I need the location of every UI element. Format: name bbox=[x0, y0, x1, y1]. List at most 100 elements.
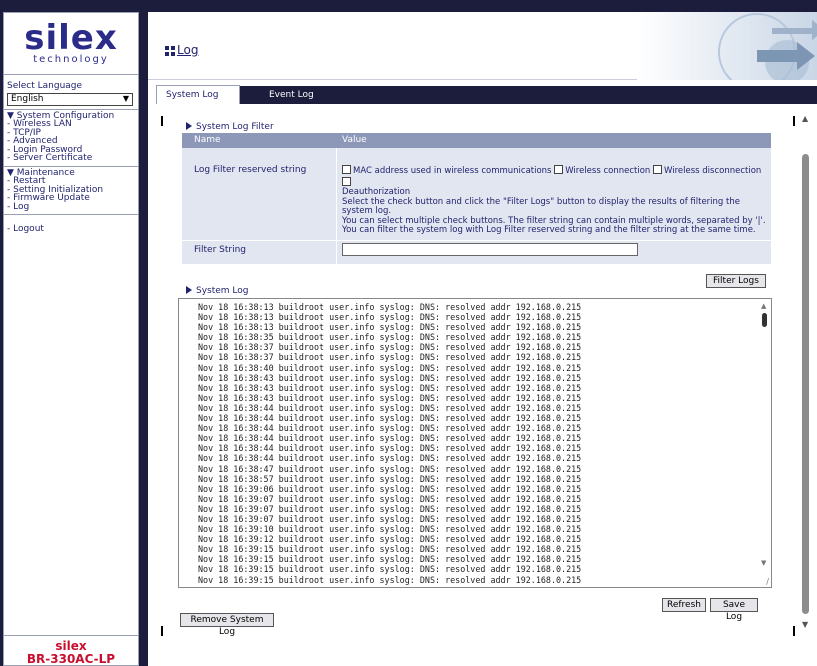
app-frame: silex technology Select Language English… bbox=[0, 0, 817, 666]
log-scrollbar[interactable]: ▲ ▼ bbox=[757, 299, 771, 587]
filter-string-input[interactable] bbox=[342, 243, 638, 256]
system-log-filter-heading: System Log Filter bbox=[186, 122, 274, 132]
main-panel: Log System Log Event Log System Log Filt… bbox=[148, 12, 817, 666]
filter-help-line-1: Select the check button and click the "F… bbox=[342, 196, 740, 216]
column-divider bbox=[336, 148, 337, 264]
logo-text: silex bbox=[24, 18, 118, 58]
scroll-down-icon[interactable]: ▼ bbox=[802, 620, 808, 629]
tab-content: System Log Filter Name Value Log Filter … bbox=[148, 110, 817, 650]
filter-help-line-2: You can select multiple check buttons. T… bbox=[342, 215, 766, 226]
log-line: Nov 18 16:38:44 buildroot user.info sysl… bbox=[198, 433, 582, 444]
refresh-button[interactable]: Refresh bbox=[662, 598, 706, 612]
log-line: Nov 18 16:38:13 buildroot user.info sysl… bbox=[198, 322, 582, 333]
resize-grip-icon[interactable]: ∕ bbox=[766, 577, 769, 586]
sidebar-item-logout[interactable]: - Logout bbox=[7, 225, 135, 234]
column-header-name: Name bbox=[194, 135, 221, 145]
log-line: Nov 18 16:39:15 buildroot user.info sysl… bbox=[198, 564, 582, 575]
log-line: Nov 18 16:38:44 buildroot user.info sysl… bbox=[198, 423, 582, 434]
system-log-textarea[interactable]: Nov 18 16:38:13 buildroot user.info sysl… bbox=[178, 298, 772, 588]
log-line: Nov 18 16:38:37 buildroot user.info sysl… bbox=[198, 342, 582, 353]
log-line: Nov 18 16:39:07 buildroot user.info sysl… bbox=[198, 493, 582, 504]
logout-section: - Logout bbox=[4, 215, 138, 237]
scroll-down-icon[interactable]: ▼ bbox=[761, 559, 766, 567]
header-banner-graphic bbox=[637, 12, 817, 80]
product-model: BR-330AC-LP bbox=[26, 652, 116, 666]
log-line: Nov 18 16:38:37 buildroot user.info sysl… bbox=[198, 352, 582, 363]
log-line: Nov 18 16:38:43 buildroot user.info sysl… bbox=[198, 392, 582, 403]
log-line: Nov 18 16:38:44 buildroot user.info sysl… bbox=[198, 402, 582, 413]
remove-system-log-button[interactable]: Remove System Log bbox=[180, 613, 274, 637]
sidebar: silex technology Select Language English… bbox=[3, 12, 139, 666]
log-line: Nov 18 16:38:44 buildroot user.info sysl… bbox=[198, 443, 582, 454]
column-header-value: Value bbox=[342, 135, 367, 145]
save-log-button[interactable]: Save Log bbox=[710, 598, 758, 622]
checkbox-deauthorization[interactable] bbox=[342, 176, 351, 186]
language-value: English bbox=[11, 93, 44, 104]
page-scrollbar[interactable]: ▲ ▼ bbox=[798, 114, 813, 634]
log-line: Nov 18 16:39:10 buildroot user.info sysl… bbox=[198, 524, 582, 535]
log-line: Nov 18 16:38:35 buildroot user.info sysl… bbox=[198, 332, 582, 343]
filter-help-line-3: You can filter the system log with Log F… bbox=[342, 225, 756, 235]
sidebar-item-log[interactable]: - Log bbox=[7, 202, 135, 212]
language-select[interactable]: English ▼ bbox=[7, 92, 133, 106]
tab-system-log[interactable]: System Log bbox=[156, 85, 240, 104]
triangle-right-icon bbox=[186, 286, 192, 294]
checkbox-label-mac-address: MAC address used in wireless communicati… bbox=[353, 166, 552, 176]
log-line: Nov 18 16:39:12 buildroot user.info sysl… bbox=[198, 534, 582, 545]
checkbox-label-deauthorization: Deauthorization bbox=[342, 187, 411, 197]
log-line: Nov 18 16:38:44 buildroot user.info sysl… bbox=[198, 453, 582, 464]
filter-string-label: Filter String bbox=[194, 245, 247, 255]
log-scroll-thumb[interactable] bbox=[762, 313, 767, 327]
log-line: Nov 18 16:38:57 buildroot user.info sysl… bbox=[198, 473, 582, 484]
checkbox-label-wireless-disconnection: Wireless disconnection bbox=[664, 166, 762, 176]
checkbox-mac-address[interactable] bbox=[342, 165, 351, 174]
filter-table-header: Name Value bbox=[182, 133, 771, 148]
corner-mark bbox=[161, 626, 163, 636]
reserved-string-options: MAC address used in wireless communicati… bbox=[342, 165, 768, 236]
corner-mark bbox=[793, 116, 795, 126]
checkbox-wireless-disconnection[interactable] bbox=[653, 165, 663, 174]
grid-icon bbox=[165, 46, 175, 56]
log-line: Nov 18 16:38:13 buildroot user.info sysl… bbox=[198, 312, 582, 323]
log-line: Nov 18 16:38:40 buildroot user.info sysl… bbox=[198, 362, 582, 373]
checkbox-label-wireless-connection: Wireless connection bbox=[565, 166, 651, 176]
system-log-heading: System Log bbox=[186, 286, 249, 296]
scroll-up-icon[interactable]: ▲ bbox=[761, 302, 766, 310]
corner-mark bbox=[793, 626, 795, 636]
chevron-down-icon: ▼ bbox=[122, 93, 129, 103]
corner-mark bbox=[161, 116, 163, 126]
tab-bar: System Log Event Log bbox=[156, 85, 817, 104]
page-scroll-thumb[interactable] bbox=[802, 154, 809, 614]
sidebar-item-server-certificate[interactable]: - Server Certificate bbox=[7, 154, 135, 163]
log-line: Nov 18 16:39:15 buildroot user.info sysl… bbox=[198, 574, 582, 585]
log-line: Nov 18 16:39:07 buildroot user.info sysl… bbox=[198, 503, 582, 514]
log-line: Nov 18 16:38:43 buildroot user.info sysl… bbox=[198, 382, 582, 393]
maintenance-section: ▼ Maintenance - Restart - Setting Initia… bbox=[4, 167, 138, 215]
reserved-string-label: Log Filter reserved string bbox=[194, 165, 307, 175]
log-line: Nov 18 16:38:43 buildroot user.info sysl… bbox=[198, 372, 582, 383]
log-line: Nov 18 16:39:07 buildroot user.info sysl… bbox=[198, 513, 582, 524]
triangle-right-icon bbox=[186, 122, 192, 130]
filter-logs-button[interactable]: Filter Logs bbox=[706, 274, 766, 288]
product-name: silex BR-330AC-LP bbox=[4, 635, 138, 666]
page-header: Log bbox=[148, 12, 817, 80]
row-divider bbox=[182, 240, 771, 241]
log-line: Nov 18 16:39:15 buildroot user.info sysl… bbox=[198, 554, 582, 565]
system-configuration-section: ▼ System Configuration - Wireless LAN - … bbox=[4, 110, 138, 167]
scroll-up-icon[interactable]: ▲ bbox=[802, 114, 808, 123]
tab-event-log[interactable]: Event Log bbox=[260, 86, 323, 104]
system-log-section-label: System Log bbox=[196, 286, 249, 296]
filter-section-label: System Log Filter bbox=[196, 122, 274, 132]
filter-table: Name Value Log Filter reserved string MA… bbox=[182, 133, 771, 264]
silex-logo: silex technology bbox=[4, 13, 138, 75]
language-label: Select Language bbox=[7, 81, 83, 91]
language-section: Select Language English ▼ bbox=[4, 75, 138, 110]
page-title: Log bbox=[177, 43, 199, 57]
checkbox-wireless-connection[interactable] bbox=[554, 165, 564, 174]
log-line: Nov 18 16:38:47 buildroot user.info sysl… bbox=[198, 463, 582, 474]
log-line: Nov 18 16:39:06 buildroot user.info sysl… bbox=[198, 483, 582, 494]
log-line: Nov 18 16:38:13 buildroot user.info sysl… bbox=[198, 302, 582, 312]
logo-subtext: technology bbox=[33, 54, 109, 65]
log-line: Nov 18 16:38:44 buildroot user.info sysl… bbox=[198, 413, 582, 424]
log-line: Nov 18 16:39:15 buildroot user.info sysl… bbox=[198, 544, 582, 555]
